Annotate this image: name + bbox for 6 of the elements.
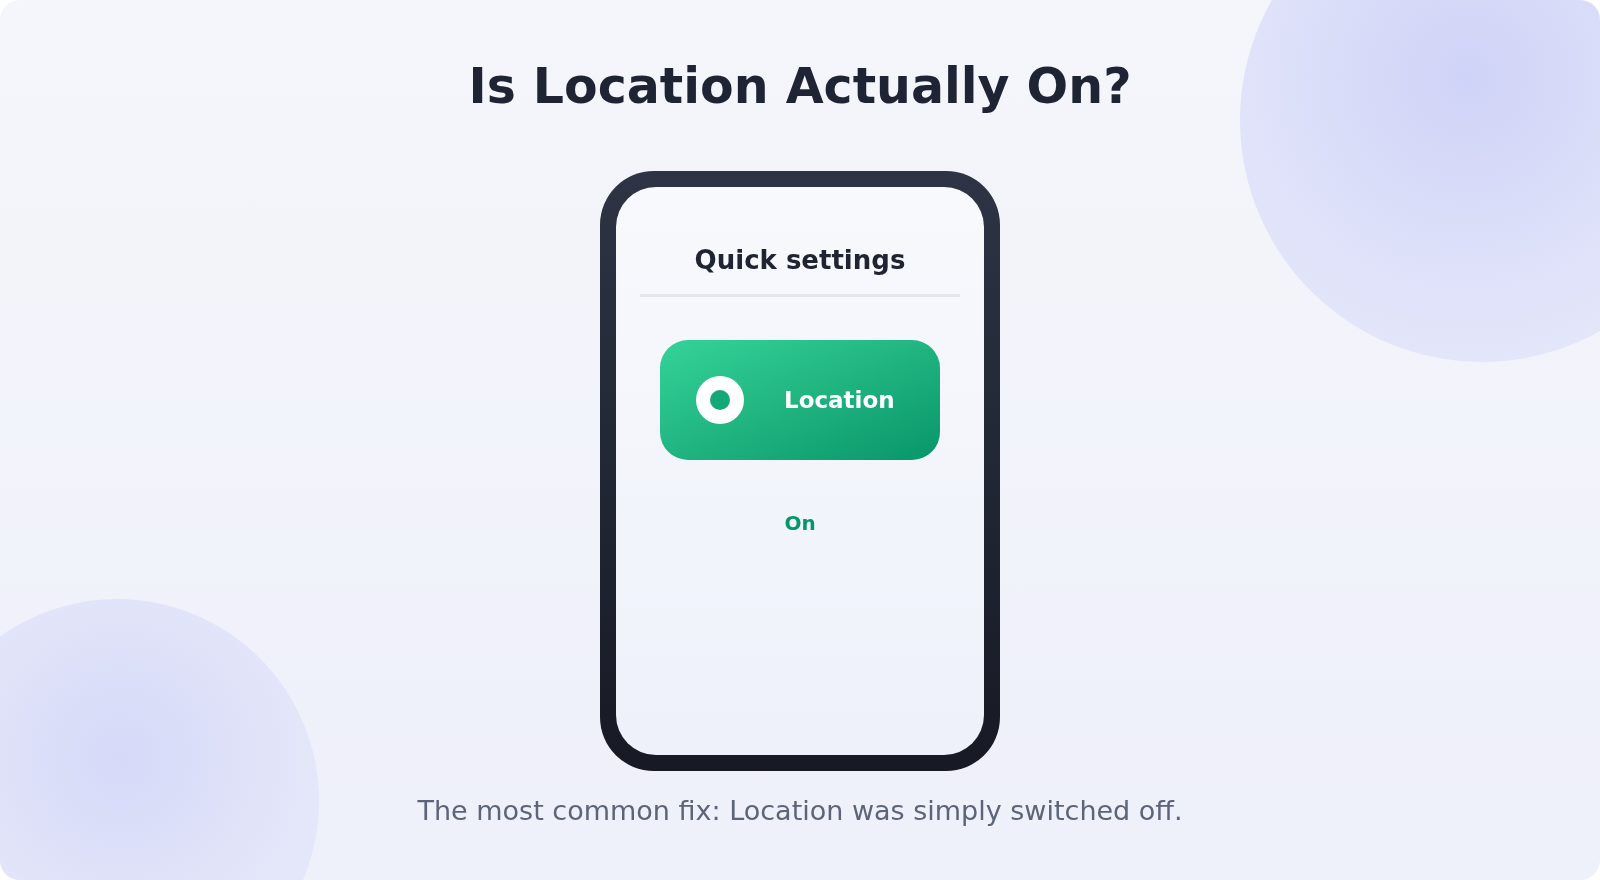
- status-text: On: [784, 513, 816, 533]
- ring-icon: [696, 376, 744, 424]
- location-tile[interactable]: Location: [660, 340, 940, 460]
- page-title: Is Location Actually On?: [468, 62, 1132, 111]
- panel-title: Quick settings: [694, 247, 906, 273]
- caption-text: The most common fix: Location was simply switched off.: [417, 797, 1183, 824]
